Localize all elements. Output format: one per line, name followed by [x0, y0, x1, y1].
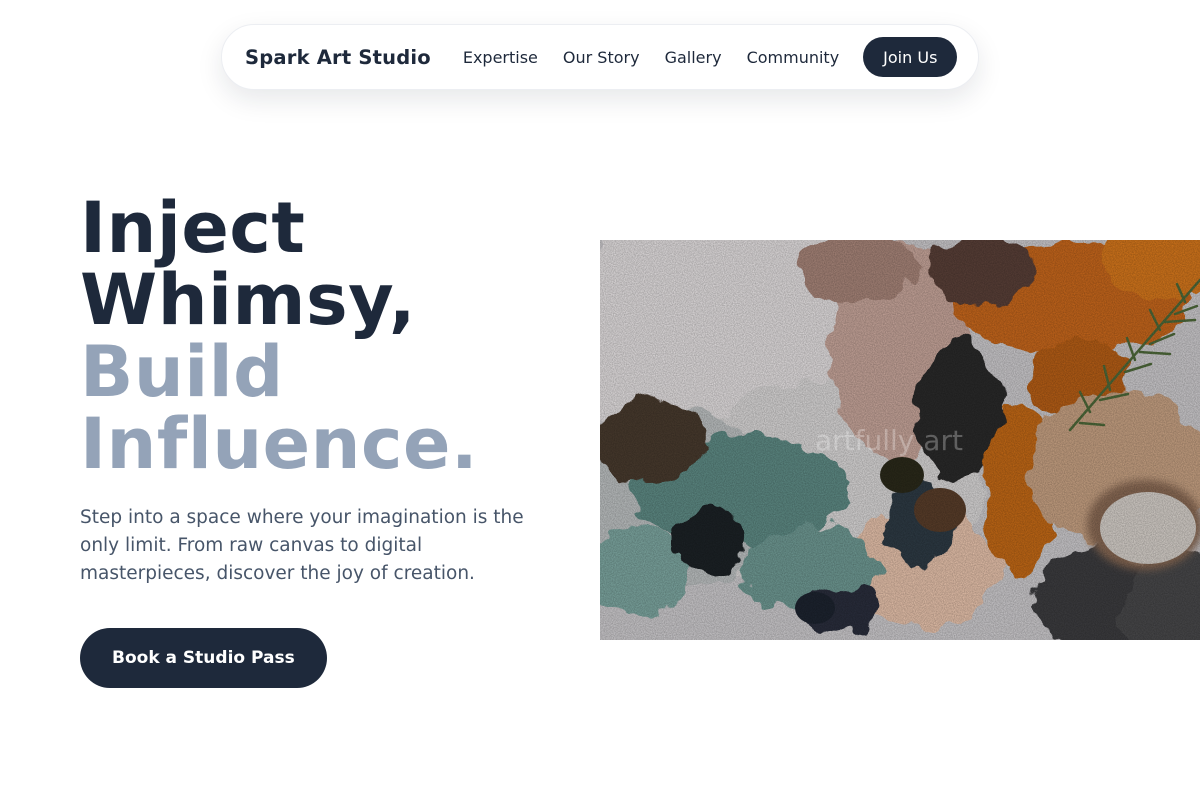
nav-link-gallery[interactable]: Gallery [665, 48, 722, 67]
book-studio-pass-button[interactable]: Book a Studio Pass [80, 628, 327, 688]
nav-links: Expertise Our Story Gallery Community [463, 48, 839, 67]
hero-heading-line-4: Influence. [80, 403, 479, 485]
image-watermark: artfully art [815, 424, 963, 457]
hero-heading-line-1: Inject [80, 187, 306, 269]
top-navigation: Spark Art Studio Expertise Our Story Gal… [221, 24, 979, 90]
join-us-button[interactable]: Join Us [863, 37, 958, 77]
paint-palette-illustration: artfully art [600, 240, 1200, 640]
brand-logo-text[interactable]: Spark Art Studio [245, 46, 431, 69]
nav-link-community[interactable]: Community [747, 48, 840, 67]
hero-heading: Inject Whimsy, Build Influence. [80, 192, 478, 480]
hero-paint-palette-image: artfully art [600, 240, 1200, 640]
hero-heading-line-2: Whimsy, [80, 259, 416, 341]
landing-page: Spark Art Studio Expertise Our Story Gal… [0, 0, 1200, 800]
nav-link-our-story[interactable]: Our Story [563, 48, 640, 67]
nav-link-expertise[interactable]: Expertise [463, 48, 538, 67]
hero-heading-line-3: Build [80, 331, 284, 413]
hero-description: Step into a space where your imagination… [80, 507, 524, 584]
